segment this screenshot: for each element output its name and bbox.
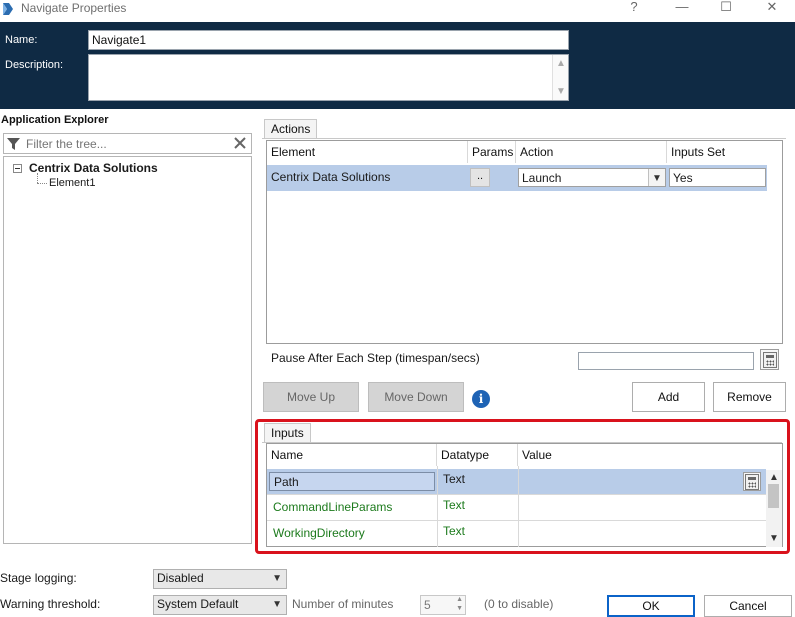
disable-hint: (0 to disable) [484,597,554,611]
move-up-button[interactable]: Move Up [263,382,359,412]
inputs-scrollbar[interactable]: ▲ ▼ [766,470,782,547]
col-element[interactable]: Element [267,141,468,163]
inputs-set-field[interactable]: Yes [669,168,766,187]
col-params[interactable]: Params [468,141,516,163]
properties-header: Name: Description: ▲ ▼ [0,22,795,109]
name-label: Name: [5,34,38,46]
add-button[interactable]: Add [632,382,705,412]
inputs-set-value: Yes [673,171,693,185]
col-inputs-set[interactable]: Inputs Set [667,141,767,163]
stage-logging-value: Disabled [157,571,204,585]
description-label: Description: [5,59,64,71]
tab-actions[interactable]: Actions [264,119,318,139]
scroll-thumb[interactable] [768,484,779,508]
scroll-up-icon[interactable]: ▲ [769,472,779,483]
window-title: Navigate Properties [21,1,127,15]
filter-input[interactable] [24,135,224,152]
input-datatype-value: Text [443,498,466,512]
explorer-tree: Centrix Data Solutions Element1 [3,156,252,544]
app-icon [2,2,14,16]
close-button[interactable]: ✕ [750,0,794,16]
action-select[interactable]: Launch ▼ [518,168,666,187]
col-datatype[interactable]: Datatype [437,444,518,466]
input-name-value: CommandLineParams [273,500,393,514]
minutes-label: Number of minutes [292,597,394,611]
stepper-down-icon[interactable]: ▼ [456,605,463,612]
input-name-value: Path [274,475,299,489]
warning-threshold-select[interactable]: System Default ▼ [153,595,287,615]
input-datatype-value: Text [443,472,466,486]
input-datatype-value: Text [443,524,466,538]
name-input[interactable] [88,30,569,50]
table-row[interactable]: Path Text [267,469,766,495]
collapse-icon[interactable] [13,164,22,173]
scroll-up-icon[interactable]: ▲ [556,58,566,69]
maximize-button[interactable]: ☐ [704,0,748,16]
input-name-value: WorkingDirectory [273,526,365,540]
chevron-down-icon: ▼ [272,573,282,584]
tab-divider [262,138,786,139]
pause-input[interactable] [578,352,754,370]
calculator-icon[interactable] [760,349,779,370]
column-divider [518,466,519,547]
tab-inputs[interactable]: Inputs [264,423,311,443]
pause-label: Pause After Each Step (timespan/secs) [271,351,480,365]
input-name-field[interactable]: Path [269,472,435,491]
filter-icon [7,138,20,153]
stage-logging-label: Stage logging: [0,571,77,585]
move-down-button[interactable]: Move Down [368,382,464,412]
description-scrollbar[interactable]: ▲ ▼ [552,55,568,100]
actions-grid: Element Params Action Inputs Set Centrix… [266,140,783,344]
help-button[interactable]: ? [612,0,656,16]
tree-item-element1[interactable]: Element1 [49,177,95,189]
tree-connector [37,173,38,183]
description-input[interactable]: ▲ ▼ [88,54,569,101]
chevron-down-icon[interactable]: ▼ [648,169,665,186]
calculator-icon[interactable] [743,472,761,491]
warning-threshold-value: System Default [157,597,239,611]
table-row[interactable]: Centrix Data Solutions .. Launch ▼ Yes [267,165,767,191]
tree-item-root[interactable]: Centrix Data Solutions [29,161,158,175]
application-explorer-title: Application Explorer [1,114,109,126]
chevron-down-icon: ▼ [272,599,282,610]
action-element-cell: Centrix Data Solutions [271,170,391,184]
col-name[interactable]: Name [267,444,437,466]
col-action[interactable]: Action [516,141,667,163]
params-button[interactable]: .. [470,168,490,187]
tree-connector [37,183,47,184]
col-value[interactable]: Value [518,444,766,466]
remove-button[interactable]: Remove [713,382,786,412]
tree-filter[interactable] [3,133,252,154]
title-bar: Navigate Properties ? — ☐ ✕ [0,0,795,22]
scroll-down-icon[interactable]: ▼ [556,86,566,97]
warning-threshold-label: Warning threshold: [0,597,101,611]
stage-logging-select[interactable]: Disabled ▼ [153,569,287,589]
scroll-down-icon[interactable]: ▼ [769,533,779,544]
table-row[interactable]: CommandLineParams Text [267,495,766,521]
minimize-button[interactable]: — [660,0,704,16]
clear-filter-icon[interactable] [233,136,247,153]
table-row[interactable]: WorkingDirectory Text [267,521,766,547]
stepper-up-icon[interactable]: ▲ [456,596,463,603]
minutes-stepper[interactable]: 5 ▲ ▼ [420,595,466,615]
column-divider [437,466,438,547]
action-select-value: Launch [522,171,562,185]
inputs-grid: Name Datatype Value Path Text CommandLin… [266,443,783,547]
info-icon[interactable]: i [472,390,490,408]
minutes-value: 5 [424,598,431,612]
